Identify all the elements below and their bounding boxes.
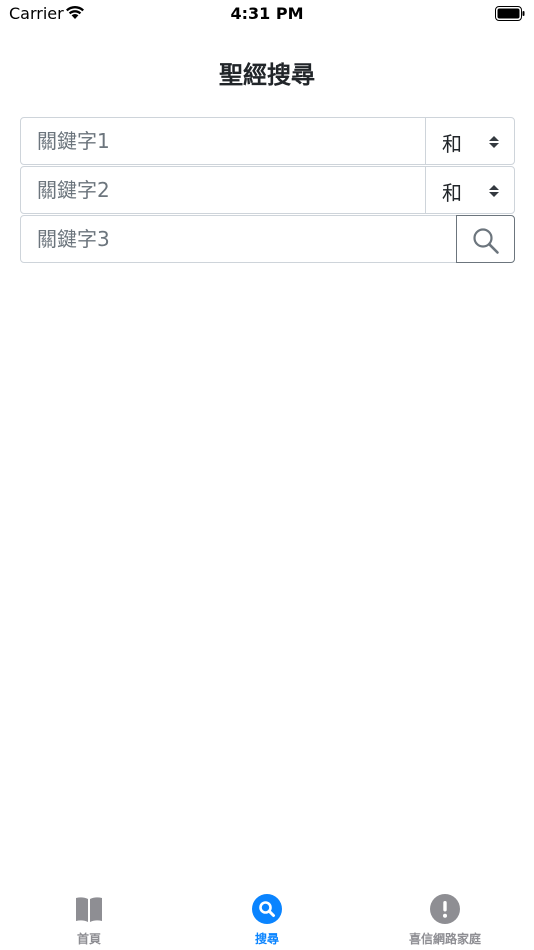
operator-2-select[interactable]: 和 <box>425 166 515 214</box>
clock: 4:31 PM <box>230 4 304 23</box>
search-form: 和 和 <box>20 117 515 264</box>
tab-family[interactable]: 喜信網路家庭 <box>356 884 534 950</box>
battery-icon <box>495 6 525 21</box>
keyword-3-input[interactable] <box>20 215 457 263</box>
select-caret-icon <box>489 185 499 197</box>
book-icon <box>76 897 102 922</box>
operator-1-select[interactable]: 和 <box>425 117 515 165</box>
exclamation-icon <box>430 894 460 924</box>
page-title: 聖經搜尋 <box>219 61 315 89</box>
keyword-row-1: 和 <box>20 117 515 165</box>
operator-1-value: 和 <box>442 132 462 156</box>
tab-search-label: 搜尋 <box>254 932 279 946</box>
screen: Carrier 4:31 PM 聖經搜尋 和 <box>0 0 534 950</box>
search-button[interactable] <box>456 215 515 263</box>
search-icon <box>252 894 282 924</box>
tab-family-label: 喜信網路家庭 <box>408 932 481 946</box>
tab-home[interactable]: 首頁 <box>0 884 178 950</box>
keyword-row-2: 和 <box>20 166 515 214</box>
select-caret-icon <box>489 136 499 148</box>
keyword-1-input[interactable] <box>20 117 426 165</box>
status-bar: Carrier 4:31 PM <box>0 0 534 28</box>
keyword-2-input[interactable] <box>20 166 426 214</box>
tab-home-label: 首頁 <box>76 932 101 946</box>
keyword-row-3 <box>20 215 515 263</box>
tab-search[interactable]: 搜尋 <box>178 884 356 950</box>
tab-bar: 首頁 搜尋 喜信網路家庭 <box>0 884 534 950</box>
operator-2-value: 和 <box>442 181 462 205</box>
magnifier-icon <box>473 228 499 254</box>
